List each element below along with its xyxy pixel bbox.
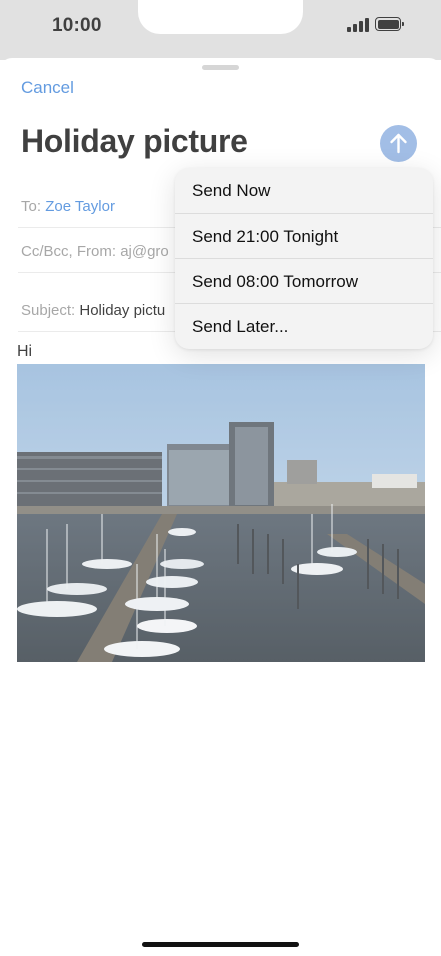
- battery-icon: [375, 17, 404, 31]
- harbor-photo-icon: [17, 364, 425, 662]
- arrow-up-icon: [390, 133, 407, 154]
- cc-from-label: Cc/Bcc, From:: [21, 243, 117, 260]
- notch: [138, 0, 303, 34]
- menu-item-send-tonight[interactable]: Send 21:00 Tonight: [175, 214, 433, 259]
- to-label: To:: [21, 198, 42, 215]
- menu-item-send-tomorrow[interactable]: Send 08:00 Tomorrow: [175, 259, 433, 304]
- send-button[interactable]: [380, 125, 417, 162]
- to-recipient[interactable]: Zoe Taylor: [45, 198, 115, 215]
- compose-title: Holiday picture: [21, 123, 248, 159]
- send-options-menu: Send Now Send 21:00 Tonight Send 08:00 T…: [175, 168, 433, 349]
- home-indicator[interactable]: [142, 942, 299, 947]
- attached-photo[interactable]: [17, 364, 425, 662]
- menu-item-send-later[interactable]: Send Later...: [175, 304, 433, 349]
- menu-item-send-now[interactable]: Send Now: [175, 168, 433, 213]
- subject-input[interactable]: Holiday pictu: [79, 302, 165, 319]
- subject-label: Subject:: [21, 302, 76, 319]
- status-time: 10:00: [52, 15, 102, 36]
- from-address[interactable]: aj@gro: [120, 243, 169, 260]
- body-text[interactable]: Hi: [17, 343, 32, 361]
- sheet-grabber[interactable]: [202, 65, 239, 70]
- cellular-signal-icon: [347, 18, 371, 32]
- status-bar: 10:00: [0, 0, 441, 60]
- cancel-button[interactable]: Cancel: [21, 78, 74, 98]
